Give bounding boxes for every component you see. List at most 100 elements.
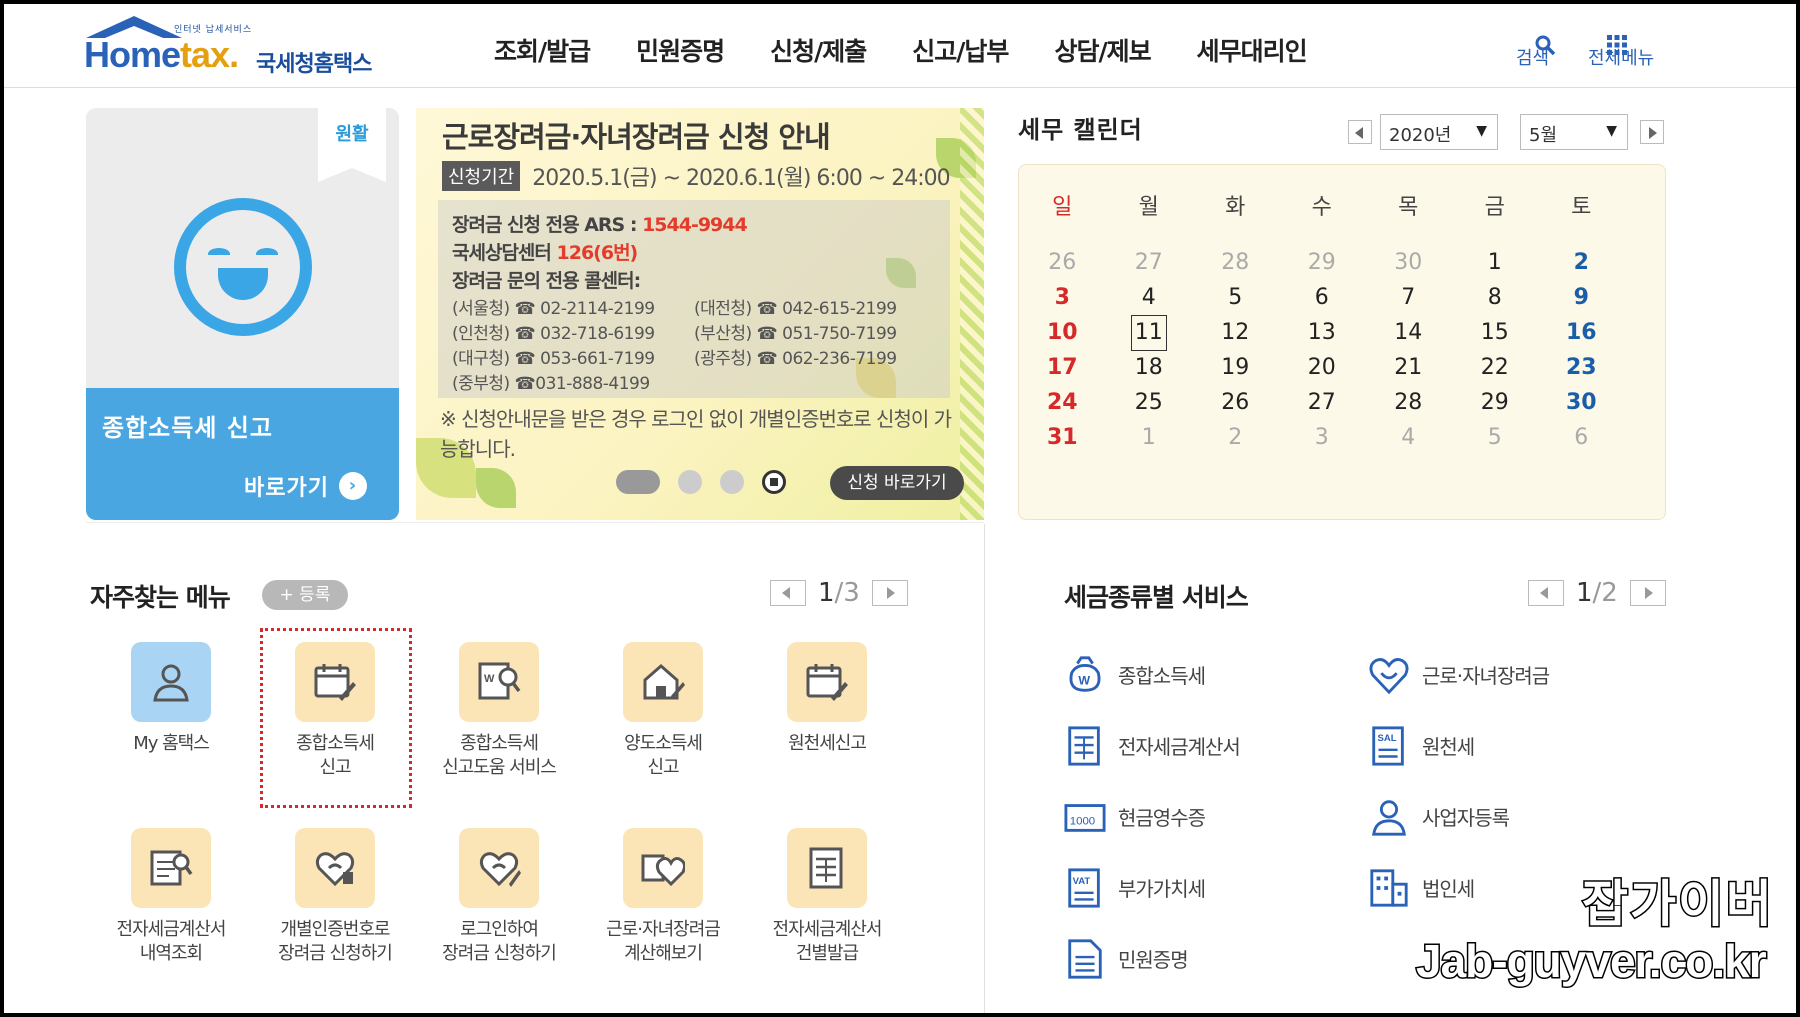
calendar-day[interactable]: 7: [1365, 280, 1452, 316]
calendar-day[interactable]: 5: [1192, 280, 1279, 316]
frequent-menu-item[interactable]: 개별인증번호로 장려금 신청하기: [260, 828, 410, 966]
calendar-day[interactable]: 12: [1192, 315, 1279, 351]
calendar-day[interactable]: 24: [1019, 385, 1106, 421]
calendar-day[interactable]: 21: [1365, 350, 1452, 386]
tax-service-item[interactable]: 법인세: [1368, 867, 1475, 907]
tax-service-label: 근로·자녀장려금: [1422, 663, 1550, 688]
frequent-menu-item[interactable]: W 종합소득세 신고도움 서비스: [424, 642, 574, 780]
hometax-logo[interactable]: 인터넷 납세서비스 Hometax. 국세청홈택스: [84, 12, 404, 82]
calendar-day[interactable]: 25: [1106, 385, 1193, 421]
frequent-menu-item[interactable]: My 홈택스: [96, 642, 246, 756]
banner-note: ※ 신청안내문을 받은 경우 로그인 없이 개별인증번호로 신청이 가능합니다.: [440, 407, 952, 461]
month-select[interactable]: 5월 ▼: [1520, 114, 1628, 150]
calendar-day[interactable]: 20: [1279, 350, 1366, 386]
frequent-menu-label: My 홈택스: [133, 733, 210, 754]
calendar-day[interactable]: 16: [1538, 315, 1625, 351]
calendar-day[interactable]: 5: [1452, 420, 1539, 456]
calendar-day[interactable]: 3: [1019, 280, 1106, 316]
tax-service-item[interactable]: 민원증명: [1064, 938, 1189, 979]
calendar-day[interactable]: 29: [1279, 245, 1366, 281]
calendar-day[interactable]: 27: [1106, 245, 1193, 281]
contact-info-box: 장려금 신청 전용 ARS : 1544-9944 국세상담센터 126(6번)…: [438, 200, 950, 398]
calendar-day[interactable]: 18: [1106, 350, 1193, 386]
frequent-menu-item[interactable]: 로그인하여 장려금 신청하기: [424, 828, 574, 966]
tax-service-next-button[interactable]: [1629, 580, 1666, 606]
calendar-day[interactable]: 6: [1279, 280, 1366, 316]
calendar-day[interactable]: 27: [1279, 385, 1366, 421]
search-button[interactable]: 검색: [1516, 16, 1556, 70]
calendar-day[interactable]: 31: [1019, 420, 1106, 456]
frequent-menu-item[interactable]: 종합소득세 신고: [260, 642, 410, 780]
year-select[interactable]: 2020년 ▼: [1380, 114, 1498, 150]
promo-go-button[interactable]: 바로가기 ›: [244, 470, 367, 502]
calendar-day[interactable]: 6: [1538, 420, 1625, 456]
calendar-day[interactable]: 14: [1365, 315, 1452, 351]
nav-consult[interactable]: 상담/제보: [1054, 32, 1151, 68]
frequent-prev-button[interactable]: [770, 580, 806, 606]
calendar-day[interactable]: 30: [1365, 245, 1452, 281]
calendar-day[interactable]: 23: [1538, 350, 1625, 386]
tax-service-item[interactable]: SAL 원천세: [1368, 725, 1475, 766]
carousel-dot-3[interactable]: [720, 470, 744, 494]
calendar-day[interactable]: 2: [1192, 420, 1279, 456]
period-dates: 2020.5.1(금) ~ 2020.6.1(월) 6:00 ~ 24:00: [532, 166, 950, 191]
ars-number: 1544-9944: [642, 214, 748, 236]
apply-shortcut-button[interactable]: 신청 바로가기: [830, 466, 964, 500]
tax-service-item[interactable]: VAT 부가가치세: [1064, 867, 1206, 908]
carousel-stop-icon[interactable]: [762, 470, 786, 494]
tax-service-item[interactable]: 1000 현금영수증: [1064, 796, 1206, 836]
nav-certificate[interactable]: 민원증명: [636, 32, 725, 68]
carousel-dot-1[interactable]: [616, 470, 660, 494]
calendar-day[interactable]: 1: [1106, 420, 1193, 456]
calendar-prev-button[interactable]: [1348, 120, 1372, 144]
search-icon: [1516, 16, 1556, 56]
calendar-day[interactable]: 4: [1365, 420, 1452, 456]
calendar-day[interactable]: 26: [1019, 245, 1106, 281]
header: 인터넷 납세서비스 Hometax. 국세청홈택스 조회/발급 민원증명 신청/…: [4, 4, 1796, 88]
heart-pen-icon: [459, 828, 539, 908]
tax-service-item[interactable]: 사업자등록: [1368, 796, 1510, 836]
tax-calendar: 일 월 화 수 목 금 토 26 27 28 29 30 1 2 3 4 5 6 7 8 9 10 11 12 1…: [1018, 164, 1666, 520]
frequent-menu-label: 로그인하여 장려금 신청하기: [442, 919, 557, 964]
calendar-day[interactable]: 1: [1452, 245, 1539, 281]
calendar-day[interactable]: 10: [1019, 315, 1106, 351]
calendar-day[interactable]: 29: [1452, 385, 1539, 421]
frequent-menu-item[interactable]: 전자세금계산서 건별발급: [752, 828, 902, 966]
calendar-day[interactable]: 22: [1452, 350, 1539, 386]
calendar-day[interactable]: 8: [1452, 280, 1539, 316]
calendar-day[interactable]: 2: [1538, 245, 1625, 281]
calendar-day[interactable]: 3: [1279, 420, 1366, 456]
tax-service-prev-button[interactable]: [1528, 580, 1564, 606]
calendar-next-button[interactable]: [1640, 120, 1664, 144]
income-tax-promo-card[interactable]: 원활 종합소득세 신고 바로가기 ›: [86, 108, 399, 520]
nav-filing[interactable]: 신고/납부: [912, 32, 1009, 68]
tax-service-item[interactable]: 전자세금계산서: [1064, 725, 1241, 766]
calendar-day[interactable]: 17: [1019, 350, 1106, 386]
frequent-menu-item[interactable]: 전자세금계산서 내역조회: [96, 828, 246, 966]
calendar-day[interactable]: 9: [1538, 280, 1625, 316]
calendar-day[interactable]: 26: [1192, 385, 1279, 421]
calendar-day[interactable]: 28: [1192, 245, 1279, 281]
calendar-day[interactable]: 4: [1106, 280, 1193, 316]
calendar-day[interactable]: 13: [1279, 315, 1366, 351]
carousel-dot-2[interactable]: [678, 470, 702, 494]
nav-application[interactable]: 신청/제출: [770, 32, 867, 68]
calendar-day[interactable]: 15: [1452, 315, 1539, 351]
tax-service-item[interactable]: W 종합소득세: [1064, 654, 1206, 694]
register-menu-button[interactable]: + 등록: [262, 580, 348, 610]
incentive-banner[interactable]: 근로장려금·자녀장려금 신청 안내 신청기간 2020.5.1(금) ~ 202…: [416, 108, 984, 520]
calendar-day[interactable]: 28: [1365, 385, 1452, 421]
calendar-day[interactable]: 11: [1106, 315, 1193, 351]
heart-calculator-icon: [623, 828, 703, 908]
frequent-next-button[interactable]: [871, 580, 908, 606]
nav-tax-agent[interactable]: 세무대리인: [1197, 32, 1308, 68]
frequent-menu-item[interactable]: 원천세신고: [752, 642, 902, 756]
all-menu-button[interactable]: 전체메뉴: [1588, 16, 1654, 70]
nav-inquiry[interactable]: 조회/발급: [494, 32, 591, 68]
tax-service-item[interactable]: 근로·자녀장려금: [1368, 654, 1550, 695]
frequent-menu-item[interactable]: 근로·자녀장려금 계산해보기: [588, 828, 738, 966]
calendar-day[interactable]: 30: [1538, 385, 1625, 421]
calendar-day[interactable]: 19: [1192, 350, 1279, 386]
frequent-menu-item[interactable]: 양도소득세 신고: [588, 642, 738, 780]
chevron-down-icon: ▼: [1476, 123, 1487, 139]
